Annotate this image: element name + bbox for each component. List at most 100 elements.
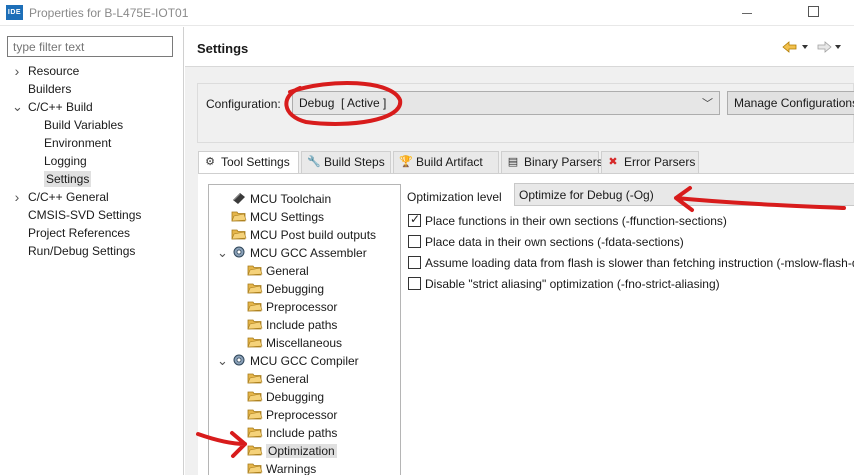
- folder-icon: [247, 425, 263, 439]
- tree-item[interactable]: Miscellaneous: [247, 334, 342, 352]
- tree-item-label: Include paths: [266, 318, 338, 332]
- manage-configurations-button[interactable]: Manage Configurations...: [727, 91, 854, 115]
- tree-item[interactable]: Preprocessor: [247, 406, 337, 424]
- option-checkbox[interactable]: [408, 277, 421, 290]
- history-nav: [782, 40, 842, 57]
- settings-page: Settings Configuration: Debug [ Active ]…: [185, 27, 854, 475]
- nav-item-label: Logging: [44, 154, 87, 168]
- chevron-down-icon[interactable]: ⌄: [217, 352, 228, 370]
- nav-item-label: CMSIS-SVD Settings: [28, 208, 142, 222]
- folder-icon: [247, 299, 263, 313]
- tree-item-label: Optimization: [266, 444, 337, 458]
- nav-item[interactable]: Logging: [44, 152, 87, 170]
- filter-input[interactable]: [7, 36, 173, 57]
- option-checkbox[interactable]: [408, 212, 421, 227]
- option-row[interactable]: Disable "strict aliasing" optimization (…: [408, 277, 720, 293]
- tree-item[interactable]: General: [247, 370, 309, 388]
- trophy-icon: 🏆: [399, 156, 413, 168]
- configuration-label: Configuration:: [206, 97, 281, 111]
- folder-icon: [247, 263, 263, 277]
- tree-item[interactable]: Include paths: [247, 316, 337, 334]
- tree-item[interactable]: Preprocessor: [247, 298, 337, 316]
- nav-item-label: Environment: [44, 136, 112, 150]
- tree-item[interactable]: Debugging: [247, 388, 324, 406]
- tree-item[interactable]: General: [247, 262, 309, 280]
- folder-icon: [231, 209, 247, 223]
- tree-item[interactable]: MCU Toolchain: [231, 190, 331, 208]
- tab-build-artifact[interactable]: 🏆 Build Artifact: [393, 151, 499, 173]
- tree-item[interactable]: MCU GCC Assembler: [231, 244, 367, 262]
- nav-item[interactable]: Build Variables: [44, 116, 123, 134]
- option-checkbox[interactable]: [408, 235, 421, 248]
- nav-item[interactable]: C/C++ General: [28, 188, 109, 206]
- nav-item[interactable]: Environment: [44, 134, 111, 152]
- tab-label: Build Steps: [324, 155, 385, 169]
- nav-item[interactable]: C/C++ Build: [28, 98, 93, 116]
- tree-item-label: General: [266, 264, 309, 278]
- tree-item-label: MCU GCC Compiler: [250, 354, 359, 368]
- tree-item[interactable]: Warnings: [247, 460, 316, 475]
- nav-item-label: C/C++ Build: [28, 100, 93, 114]
- tab-binary-parsers[interactable]: ▤ Binary Parsers: [501, 151, 603, 173]
- tab-error-parsers[interactable]: ✖ Error Parsers: [601, 151, 699, 173]
- history-arrows-icon[interactable]: [782, 40, 842, 54]
- folder-icon: [247, 389, 263, 403]
- tree-item-label: General: [266, 372, 309, 386]
- error-icon: ✖: [608, 156, 618, 168]
- nav-item-label: Project References: [28, 226, 131, 240]
- tree-item[interactable]: MCU Settings: [231, 208, 324, 226]
- tree-item[interactable]: Include paths: [247, 424, 337, 442]
- configuration-select[interactable]: Debug [ Active ] ﹀: [292, 91, 720, 115]
- tree-item-label: MCU Toolchain: [250, 192, 332, 206]
- nav-item-label: Build Variables: [44, 118, 124, 132]
- tree-item-label: MCU Settings: [250, 210, 325, 224]
- tree-item-label: Warnings: [266, 462, 317, 475]
- chevron-right-icon[interactable]: ›: [12, 188, 22, 206]
- folder-icon: [247, 443, 263, 457]
- gear-icon: ⚙: [205, 156, 215, 168]
- tab-build-steps[interactable]: 🔧 Build Steps: [301, 151, 391, 173]
- tree-item-label: Debugging: [266, 282, 325, 296]
- tree-item-label: Debugging: [266, 390, 325, 404]
- option-label: Place data in their own sections (-fdata…: [425, 235, 684, 249]
- nav-item-label: Resource: [28, 64, 80, 78]
- option-label: Disable "strict aliasing" optimization (…: [425, 277, 720, 291]
- option-row[interactable]: Place functions in their own sections (-…: [408, 212, 727, 230]
- tree-item[interactable]: MCU Post build outputs: [231, 226, 376, 244]
- nav-item[interactable]: Run/Debug Settings: [28, 242, 135, 260]
- tab-label: Tool Settings: [221, 155, 290, 169]
- tab-label: Binary Parsers: [524, 155, 603, 169]
- nav-item[interactable]: Builders: [28, 80, 71, 98]
- tab-tool-settings[interactable]: ⚙ Tool Settings: [198, 151, 299, 174]
- ide-app-icon: IDE: [6, 5, 23, 20]
- folder-icon: [247, 335, 263, 349]
- option-row[interactable]: Assume loading data from flash is slower…: [408, 256, 854, 272]
- tree-item[interactable]: Optimization: [247, 442, 337, 460]
- tree-item-label: Preprocessor: [266, 300, 338, 314]
- nav-item-label: Settings: [44, 171, 92, 187]
- folder-icon: [247, 281, 263, 295]
- page-title: Settings: [197, 41, 249, 56]
- chevron-down-icon[interactable]: ⌄: [217, 244, 228, 262]
- maximize-icon[interactable]: [808, 6, 819, 17]
- nav-item[interactable]: Resource: [28, 62, 79, 80]
- settings-header: Settings: [185, 27, 854, 67]
- window-titlebar: IDE Properties for B-L475E-IOT01: [0, 0, 854, 26]
- chevron-down-icon[interactable]: ⌄: [12, 98, 23, 116]
- nav-item[interactable]: Project References: [28, 224, 130, 242]
- option-checkbox[interactable]: [408, 256, 421, 269]
- tree-item-label: Include paths: [266, 426, 338, 440]
- nav-item[interactable]: CMSIS-SVD Settings: [28, 206, 141, 224]
- wrench-icon: 🔧: [307, 156, 321, 168]
- tree-item[interactable]: Debugging: [247, 280, 324, 298]
- option-row[interactable]: Place data in their own sections (-fdata…: [408, 235, 684, 251]
- chevron-right-icon[interactable]: ›: [12, 62, 22, 80]
- minimize-icon[interactable]: [742, 13, 752, 14]
- tree-item-label: MCU Post build outputs: [250, 228, 377, 242]
- window-title: Properties for B-L475E-IOT01: [29, 6, 189, 20]
- optimization-level-select[interactable]: Optimize for Debug (-Og): [514, 183, 854, 206]
- tree-item[interactable]: MCU GCC Compiler: [231, 352, 359, 370]
- tab-label: Error Parsers: [624, 155, 696, 169]
- binary-file-icon: ▤: [507, 156, 519, 168]
- nav-item[interactable]: Settings: [44, 170, 92, 188]
